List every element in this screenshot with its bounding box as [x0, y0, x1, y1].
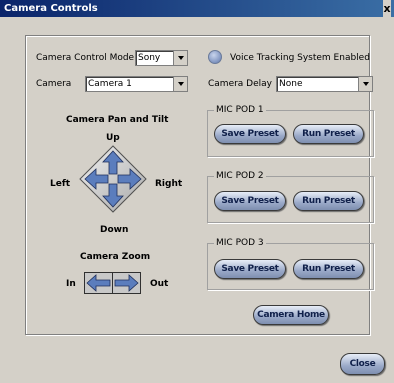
window-close-icon[interactable]: x [383, 0, 391, 17]
pan-right-label: Right [155, 179, 183, 189]
zoom-out-label: Out [150, 279, 169, 289]
camera-delay-value: None [279, 79, 303, 89]
camera-value: Camera 1 [88, 79, 132, 89]
chevron-down-icon [173, 51, 187, 65]
mic-pod-1-run-preset-button[interactable]: Run Preset [293, 124, 364, 144]
zoom-title: Camera Zoom [80, 252, 151, 262]
camera-control-mode-select[interactable]: Sony [135, 50, 188, 66]
mic-pod-3-label: MIC POD 3 [214, 238, 266, 248]
pan-left-label: Left [50, 179, 71, 189]
mic-pod-3-save-preset-button[interactable]: Save Preset [214, 259, 286, 279]
chevron-down-icon [358, 77, 372, 91]
close-button[interactable]: Close [340, 353, 385, 375]
camera-select[interactable]: Camera 1 [85, 76, 188, 92]
camera-home-button[interactable]: Camera Home [253, 305, 329, 325]
pan-tilt-title: Camera Pan and Tilt [66, 115, 169, 125]
camera-control-mode-value: Sony [138, 53, 161, 63]
pan-tilt-pad [79, 145, 147, 213]
title-bar: Camera Controls x [0, 0, 394, 17]
mic-pod-2-save-preset-button[interactable]: Save Preset [214, 191, 286, 211]
pan-up-label: Up [106, 133, 120, 143]
mic-pod-2-run-preset-button[interactable]: Run Preset [293, 191, 364, 211]
pan-down-label: Down [100, 225, 129, 235]
mic-pod-1-save-preset-button[interactable]: Save Preset [214, 124, 286, 144]
mic-pod-3-run-preset-button[interactable]: Run Preset [293, 259, 364, 279]
chevron-down-icon [173, 77, 187, 91]
camera-control-mode-label: Camera Control Mode [36, 53, 135, 63]
voice-tracking-label: Voice Tracking System Enabled [230, 53, 370, 63]
camera-delay-select[interactable]: None [276, 76, 373, 92]
voice-tracking-radio[interactable] [208, 50, 222, 64]
mic-pod-1-label: MIC POD 1 [214, 105, 266, 115]
zoom-in-label: In [66, 279, 76, 289]
window-title: Camera Controls [4, 3, 98, 14]
camera-delay-label: Camera Delay [208, 79, 272, 89]
zoom-control [84, 272, 141, 294]
camera-label: Camera [36, 79, 72, 89]
mic-pod-2-label: MIC POD 2 [214, 171, 266, 181]
